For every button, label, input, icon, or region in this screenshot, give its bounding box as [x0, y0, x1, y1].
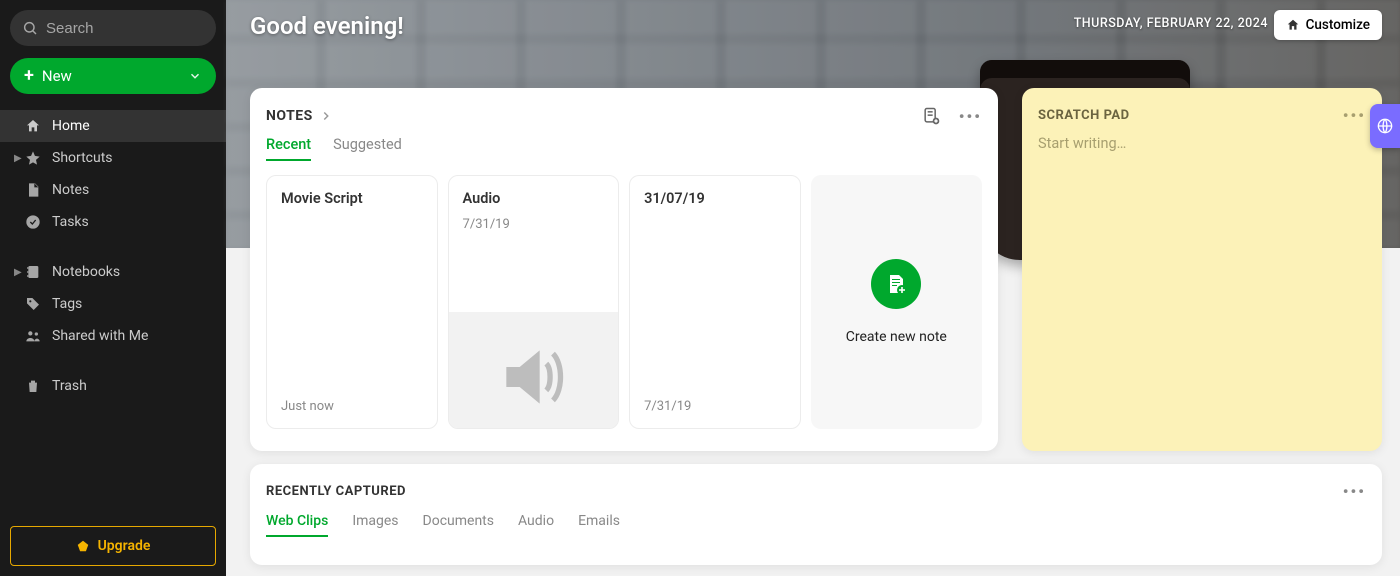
notes-title: NOTES — [266, 108, 313, 124]
scratch-title: SCRATCH PAD — [1038, 108, 1130, 123]
sidebar-item-shared[interactable]: Shared with Me — [0, 320, 226, 352]
tag-icon — [24, 296, 42, 312]
new-button-label: New — [42, 67, 72, 85]
note-body: 7/31/19 — [463, 217, 605, 232]
rtab-images[interactable]: Images — [352, 513, 398, 537]
star-icon — [24, 150, 42, 166]
sidebar-item-tasks[interactable]: Tasks — [0, 206, 226, 238]
scratch-more-button[interactable]: ••• — [1343, 106, 1366, 125]
create-note-tile[interactable]: Create new note — [811, 175, 982, 429]
caret-right-icon: ▶ — [14, 267, 20, 278]
chevron-down-icon — [188, 69, 202, 83]
rtab-documents[interactable]: Documents — [423, 513, 494, 537]
upgrade-button[interactable]: Upgrade — [10, 526, 216, 566]
main-area: Good evening! THURSDAY, FEBRUARY 22, 202… — [226, 0, 1400, 576]
rtab-emails[interactable]: Emails — [578, 513, 620, 537]
ai-assistant-tab[interactable] — [1370, 104, 1400, 148]
sidebar-item-label: Shortcuts — [52, 150, 113, 166]
new-note-icon-button[interactable] — [921, 106, 941, 126]
scratch-textarea[interactable] — [1038, 135, 1366, 415]
sidebar-item-notes[interactable]: Notes — [0, 174, 226, 206]
note-icon — [24, 182, 42, 198]
customize-button[interactable]: Customize — [1274, 10, 1382, 40]
people-icon — [24, 328, 42, 344]
notes-more-button[interactable]: ••• — [959, 107, 982, 126]
sidebar-item-label: Notebooks — [52, 264, 120, 280]
notes-widget: NOTES ••• Recent Suggested — [250, 88, 998, 451]
sidebar-item-label: Tasks — [52, 214, 89, 230]
recently-captured-title: RECENTLY CAPTURED — [266, 484, 406, 499]
rtab-web-clips[interactable]: Web Clips — [266, 513, 328, 537]
sidebar-item-shortcuts[interactable]: ▶ Shortcuts — [0, 142, 226, 174]
note-time: 7/31/19 — [644, 399, 786, 414]
note-tile[interactable]: Audio 7/31/19 — [448, 175, 620, 429]
home-icon — [24, 118, 42, 134]
sidebar-item-tags[interactable]: Tags — [0, 288, 226, 320]
recent-more-button[interactable]: ••• — [1343, 482, 1366, 501]
search-icon — [22, 20, 38, 36]
sidebar-item-label: Shared with Me — [52, 328, 148, 344]
nav-primary: Home ▶ Shortcuts Notes Tasks — [0, 110, 226, 238]
recently-captured-widget: RECENTLY CAPTURED ••• Web Clips Images D… — [250, 464, 1382, 565]
upgrade-label: Upgrade — [98, 538, 151, 554]
note-title: 31/07/19 — [644, 190, 786, 207]
note-tile[interactable]: Movie Script Just now — [266, 175, 438, 429]
create-note-label: Create new note — [846, 329, 947, 345]
sidebar-item-notebooks[interactable]: ▶ Notebooks — [0, 256, 226, 288]
note-time: Just now — [281, 399, 423, 414]
sidebar-item-label: Home — [52, 118, 90, 134]
trash-icon — [24, 378, 42, 394]
tab-suggested[interactable]: Suggested — [333, 136, 402, 161]
notes-title-link[interactable]: NOTES — [266, 108, 333, 124]
sidebar-item-home[interactable]: Home — [0, 110, 226, 142]
search-input[interactable] — [46, 20, 245, 37]
sidebar: + New Home ▶ Shortcuts Notes — [0, 0, 226, 576]
greeting-text: Good evening! — [250, 12, 404, 40]
sidebar-item-trash[interactable]: Trash — [0, 370, 226, 402]
notebook-icon — [24, 264, 42, 280]
search-bar[interactable] — [10, 10, 216, 46]
check-circle-icon — [24, 214, 42, 230]
upgrade-icon — [76, 539, 90, 553]
header-date: THURSDAY, FEBRUARY 22, 2024 — [1074, 16, 1268, 31]
sidebar-item-label: Notes — [52, 182, 89, 198]
tab-recent[interactable]: Recent — [266, 136, 311, 161]
nav-tertiary: Trash — [0, 370, 226, 402]
customize-label: Customize — [1306, 17, 1370, 33]
new-button[interactable]: + New — [10, 58, 216, 94]
chevron-right-icon — [319, 109, 333, 123]
plus-icon: + — [24, 67, 34, 85]
sidebar-item-label: Tags — [52, 296, 82, 312]
caret-right-icon: ▶ — [14, 153, 20, 164]
note-tile[interactable]: 31/07/19 7/31/19 — [629, 175, 801, 429]
rtab-audio[interactable]: Audio — [518, 513, 554, 537]
note-title: Audio — [463, 190, 605, 207]
create-note-icon — [871, 259, 921, 309]
audio-preview — [449, 312, 619, 429]
sidebar-item-label: Trash — [52, 378, 87, 394]
customize-icon — [1286, 18, 1300, 32]
speaker-icon — [493, 337, 573, 417]
nav-secondary: ▶ Notebooks Tags Shared with Me — [0, 256, 226, 352]
note-title: Movie Script — [281, 190, 423, 207]
scratch-pad-widget: SCRATCH PAD ••• — [1022, 88, 1382, 451]
